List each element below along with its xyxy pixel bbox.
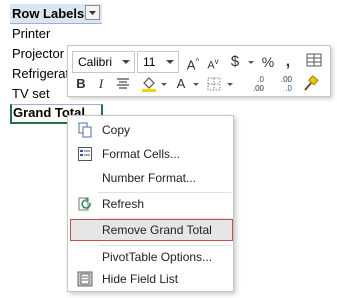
font-size-value: 11 — [143, 55, 156, 69]
menu-item-format-cells[interactable]: Format Cells... — [70, 143, 233, 165]
italic-button[interactable]: I — [94, 74, 108, 94]
align-center-icon — [117, 78, 129, 89]
font-color-label: A — [176, 76, 186, 91]
menu-item-label: Remove Grand Total — [102, 223, 212, 237]
decrease-decimal-button[interactable]: .00.0 — [268, 75, 292, 95]
menu-item-hide-field-list[interactable]: Hide Field List — [70, 268, 233, 290]
chevron-down-icon — [89, 11, 96, 15]
decrease-font-label: A — [207, 59, 215, 72]
borders-icon — [207, 77, 221, 91]
format-cells-icon — [78, 147, 92, 161]
field-list-icon — [77, 271, 93, 287]
menu-item-pivottable-options[interactable]: PivotTable Options... — [70, 246, 233, 268]
chevron-down-icon[interactable] — [161, 83, 167, 86]
menu-item-copy[interactable]: Copy — [70, 119, 233, 141]
copy-icon — [78, 122, 92, 138]
menu-item-number-format[interactable]: Number Format... — [70, 167, 233, 189]
chevron-down-icon[interactable] — [193, 83, 199, 86]
increase-font-size-button[interactable]: A^ — [185, 52, 201, 72]
paintbrush-icon — [304, 75, 319, 91]
bold-button[interactable]: B — [74, 74, 88, 94]
mini-toolbar: Calibri 11 A^ Av $ % , B I A .0 .00 .00 … — [67, 45, 331, 97]
font-color-button[interactable]: A — [174, 74, 188, 94]
menu-item-label: Copy — [102, 123, 131, 137]
row-label-printer[interactable]: Printer — [10, 24, 150, 44]
context-menu: Copy Format Cells... Number Format... Re… — [67, 115, 234, 292]
chevron-down-icon[interactable] — [227, 83, 233, 86]
format-painter-button[interactable] — [300, 74, 320, 94]
comma-style-button[interactable]: , — [281, 52, 295, 72]
font-size-combo[interactable]: 11 — [137, 51, 179, 73]
font-name-combo[interactable]: Calibri — [72, 51, 135, 73]
accounting-format-button[interactable]: $ — [228, 52, 242, 72]
menu-item-label: Refresh — [102, 197, 145, 211]
menu-item-refresh[interactable]: Refresh — [70, 193, 233, 215]
center-align-button[interactable] — [114, 74, 132, 94]
chevron-down-icon — [122, 60, 130, 64]
chevron-down-icon — [166, 60, 174, 64]
borders-button[interactable] — [205, 74, 223, 94]
refresh-icon — [78, 197, 91, 211]
paint-bucket-icon — [142, 77, 156, 92]
chevron-down-icon[interactable] — [248, 61, 254, 64]
menu-item-label: PivotTable Options... — [102, 250, 213, 264]
increase-decimal-button[interactable]: .0.00 — [240, 75, 264, 95]
fill-color-button[interactable] — [140, 74, 158, 94]
table-icon — [306, 53, 322, 67]
filter-dropdown-button[interactable] — [85, 5, 100, 20]
percent-style-button[interactable]: % — [260, 52, 276, 72]
decrease-font-size-button[interactable]: Av — [205, 52, 221, 72]
menu-item-label: Format Cells... — [102, 147, 181, 161]
menu-item-remove-grand-total[interactable]: Remove Grand Total — [70, 219, 233, 241]
menu-item-label: Number Format... — [102, 171, 197, 185]
font-name-value: Calibri — [78, 55, 113, 69]
format-table-button[interactable] — [304, 51, 324, 71]
menu-item-label: Hide Field List — [102, 272, 179, 286]
